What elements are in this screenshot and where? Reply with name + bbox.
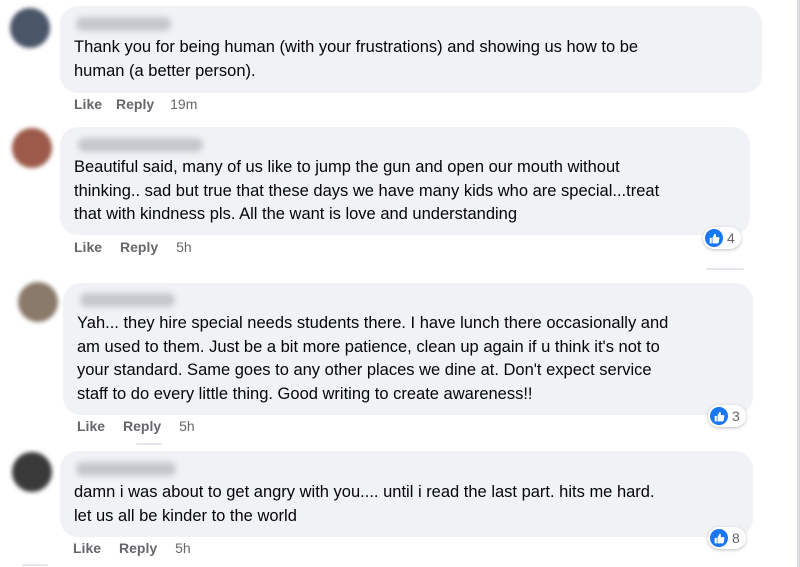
- reaction-count: 3: [732, 408, 740, 424]
- timestamp[interactable]: 5h: [175, 540, 191, 556]
- divider: [136, 443, 162, 445]
- reaction-summary[interactable]: 3: [708, 405, 746, 427]
- comment-actions: Like Reply 5h: [73, 540, 191, 556]
- comment-text: Thank you for being human (with your fru…: [74, 38, 639, 80]
- like-button[interactable]: Like: [74, 96, 102, 112]
- timestamp[interactable]: 19m: [170, 96, 197, 112]
- comment-actions: Like Reply 19m: [74, 96, 197, 112]
- comments-panel: { "comments": [ { "author_blurred": true…: [0, 0, 800, 567]
- reply-button[interactable]: Reply: [116, 96, 154, 112]
- reaction-summary[interactable]: 8: [708, 527, 746, 549]
- author-name-blurred[interactable]: [76, 462, 176, 476]
- like-button[interactable]: Like: [73, 540, 101, 556]
- author-name-blurred[interactable]: [78, 138, 203, 152]
- reply-button[interactable]: Reply: [123, 418, 161, 434]
- reply-button[interactable]: Reply: [119, 540, 157, 556]
- like-icon: [710, 529, 728, 547]
- comment-actions: Like Reply 5h: [77, 418, 195, 434]
- divider: [22, 564, 48, 566]
- timestamp[interactable]: 5h: [176, 239, 192, 255]
- author-name-blurred[interactable]: [76, 17, 171, 31]
- reply-button[interactable]: Reply: [120, 239, 158, 255]
- comment-text: Beautiful said, many of us like to jump …: [74, 158, 660, 223]
- avatar[interactable]: [18, 282, 58, 322]
- comment-text: damn i was about to get angry with you..…: [74, 483, 655, 525]
- author-name-blurred[interactable]: [80, 293, 175, 307]
- like-icon: [710, 407, 728, 425]
- reaction-count: 8: [732, 530, 740, 546]
- like-button[interactable]: Like: [77, 418, 105, 434]
- avatar[interactable]: [12, 128, 52, 168]
- reaction-summary[interactable]: 4: [703, 227, 741, 249]
- like-icon: [705, 229, 723, 247]
- comment-text: Yah... they hire special needs students …: [77, 314, 669, 403]
- like-button[interactable]: Like: [74, 239, 102, 255]
- reaction-count: 4: [727, 230, 735, 246]
- comment-actions: Like Reply 5h: [74, 239, 192, 255]
- avatar[interactable]: [12, 452, 52, 492]
- divider: [706, 268, 744, 270]
- avatar[interactable]: [10, 8, 50, 48]
- timestamp[interactable]: 5h: [179, 418, 195, 434]
